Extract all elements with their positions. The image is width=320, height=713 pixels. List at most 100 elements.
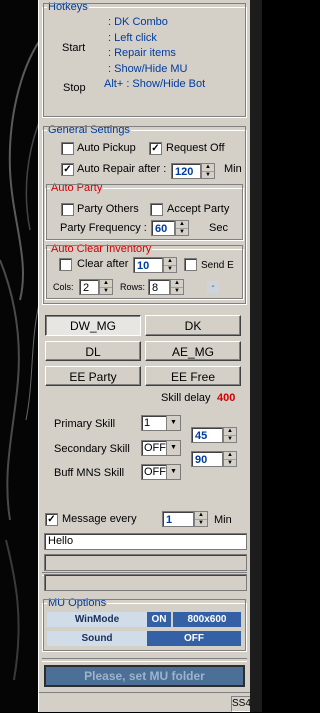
spin-up-icon[interactable]: ▲ — [100, 280, 112, 288]
buff-mns-skill-label: Buff MNS Skill — [54, 467, 125, 479]
party-others-checkbox[interactable] — [61, 203, 74, 216]
buff-mns-skill-select[interactable]: OFF ▼ — [141, 464, 181, 480]
sound-state[interactable]: OFF — [147, 631, 241, 646]
party-frequency-input[interactable]: 60 — [151, 220, 175, 236]
class-ee-party-button[interactable]: EE Party — [45, 366, 141, 386]
message-text-input-3[interactable] — [44, 574, 247, 591]
rows-input[interactable]: 8 — [148, 279, 170, 295]
spin-down-icon[interactable]: ▼ — [176, 229, 188, 236]
stop-label: Stop — [63, 82, 86, 94]
auto-pickup-label: Auto Pickup — [77, 142, 136, 154]
rows-label: Rows: — [120, 282, 146, 292]
class-dk-button[interactable]: DK — [145, 315, 241, 336]
divider — [42, 658, 247, 662]
dropdown-arrow-icon[interactable]: ▼ — [166, 416, 180, 430]
accept-party-label: Accept Party — [167, 203, 230, 215]
clear-after-checkbox[interactable] — [59, 258, 72, 271]
window-edge — [250, 0, 262, 712]
message-every-checkbox[interactable]: ✓ — [45, 513, 58, 526]
message-text-input[interactable]: Hello — [44, 533, 247, 550]
hotkeys-legend: Hotkeys — [48, 1, 88, 13]
general-settings-legend: General Settings — [48, 124, 130, 136]
spin-up-icon[interactable]: ▲ — [195, 512, 207, 520]
auto-clear-legend: Auto Clear Inventory — [51, 243, 152, 255]
clear-after-spinner[interactable]: ▲ ▼ — [163, 257, 177, 273]
bot-settings-panel: Hotkeys Start : DK Combo : Left click : … — [38, 0, 251, 712]
party-frequency-unit: Sec — [209, 222, 228, 234]
skill-delay-value: 400 — [217, 392, 236, 404]
cols-label: Cols: — [53, 282, 74, 292]
message-every-label: Message every — [62, 513, 137, 525]
dropdown-arrow-icon[interactable]: ▼ — [166, 465, 180, 479]
hotkey-show-hide-mu: : Show/Hide MU — [108, 63, 188, 75]
dropdown-arrow-icon[interactable]: ▼ — [166, 441, 180, 455]
winmode-state[interactable]: ON — [147, 612, 171, 627]
request-off-checkbox[interactable]: ✓ — [149, 142, 162, 155]
clear-after-input[interactable]: 10 — [133, 257, 163, 273]
hotkey-dk-combo: : DK Combo — [108, 16, 168, 28]
primary-skill-select[interactable]: 1 ▼ — [141, 415, 181, 431]
spin-down-icon[interactable]: ▼ — [171, 288, 183, 295]
background-artwork — [0, 0, 40, 712]
set-mu-folder-button[interactable]: Please, set MU folder — [44, 665, 245, 687]
secondary-skill-select[interactable]: OFF ▼ — [141, 440, 181, 456]
sound-label: Sound — [47, 631, 147, 646]
spin-down-icon[interactable]: ▼ — [100, 288, 112, 295]
skill-spin-a-input[interactable]: 45 — [191, 427, 223, 443]
status-bar: SS4 — [39, 692, 251, 713]
class-ee-free-button[interactable]: EE Free — [145, 366, 241, 386]
auto-repair-checkbox[interactable]: ✓ — [61, 163, 74, 176]
dragon-artwork-icon — [0, 39, 40, 681]
cols-spinner[interactable]: ▲ ▼ — [99, 279, 113, 295]
hotkey-repair-items: : Repair items — [108, 47, 176, 59]
class-dw-mg-button[interactable]: DW_MG — [45, 315, 141, 336]
cols-input[interactable]: 2 — [79, 279, 99, 295]
message-every-unit: Min — [214, 514, 232, 526]
spin-up-icon[interactable]: ▲ — [176, 221, 188, 229]
spin-down-icon[interactable]: ▼ — [164, 266, 176, 273]
sound-row[interactable]: Sound OFF — [47, 631, 241, 646]
spin-up-icon[interactable]: ▲ — [171, 280, 183, 288]
accept-party-checkbox[interactable] — [150, 203, 163, 216]
primary-skill-label: Primary Skill — [54, 418, 116, 430]
secondary-skill-value: OFF — [144, 442, 166, 454]
auto-party-legend: Auto Party — [51, 182, 103, 194]
skill-spin-a-spinner[interactable]: ▲ ▼ — [223, 427, 237, 443]
winmode-label: WinMode — [47, 612, 147, 627]
spin-up-icon[interactable]: ▲ — [164, 258, 176, 266]
message-text-input-2[interactable] — [44, 554, 247, 571]
skill-spin-b-spinner[interactable]: ▲ ▼ — [223, 451, 237, 467]
party-frequency-label: Party Frequency : — [60, 222, 147, 234]
spin-down-icon[interactable]: ▼ — [224, 436, 236, 443]
spin-up-icon[interactable]: ▲ — [224, 452, 236, 460]
winmode-resolution[interactable]: 800x600 — [173, 612, 241, 627]
secondary-skill-label: Secondary Skill — [54, 443, 130, 455]
spin-up-icon[interactable]: ▲ — [202, 164, 214, 172]
spin-down-icon[interactable]: ▼ — [202, 172, 214, 179]
class-dl-button[interactable]: DL — [45, 341, 141, 361]
send-e-label: Send E — [201, 260, 234, 271]
class-ae-mg-button[interactable]: AE_MG — [145, 341, 241, 361]
auto-pickup-checkbox[interactable] — [61, 142, 74, 155]
message-every-spinner[interactable]: ▲ ▼ — [194, 511, 208, 527]
spin-up-icon[interactable]: ▲ — [224, 428, 236, 436]
spin-down-icon[interactable]: ▼ — [195, 520, 207, 527]
spin-down-icon[interactable]: ▼ — [224, 460, 236, 467]
start-label: Start — [62, 42, 86, 54]
skill-spin-b-input[interactable]: 90 — [191, 451, 223, 467]
inventory-small-button[interactable]: - — [207, 281, 219, 293]
status-cell: SS4 — [231, 696, 251, 712]
auto-repair-label: Auto Repair after : — [77, 163, 167, 175]
auto-repair-spinner[interactable]: ▲ ▼ — [201, 163, 215, 179]
send-e-checkbox[interactable] — [184, 258, 197, 271]
rows-spinner[interactable]: ▲ ▼ — [170, 279, 184, 295]
skill-delay-label: Skill delay — [161, 392, 211, 404]
buff-mns-skill-value: OFF — [144, 466, 166, 478]
auto-repair-input[interactable]: 120 — [171, 163, 201, 179]
auto-repair-unit: Min — [224, 163, 242, 175]
hotkey-show-hide-bot: Alt+ : Show/Hide Bot — [104, 78, 206, 90]
winmode-row[interactable]: WinMode ON 800x600 — [47, 612, 241, 627]
clear-after-label: Clear after — [77, 258, 129, 270]
message-every-input[interactable]: 1 — [162, 511, 194, 527]
party-frequency-spinner[interactable]: ▲ ▼ — [175, 220, 189, 236]
